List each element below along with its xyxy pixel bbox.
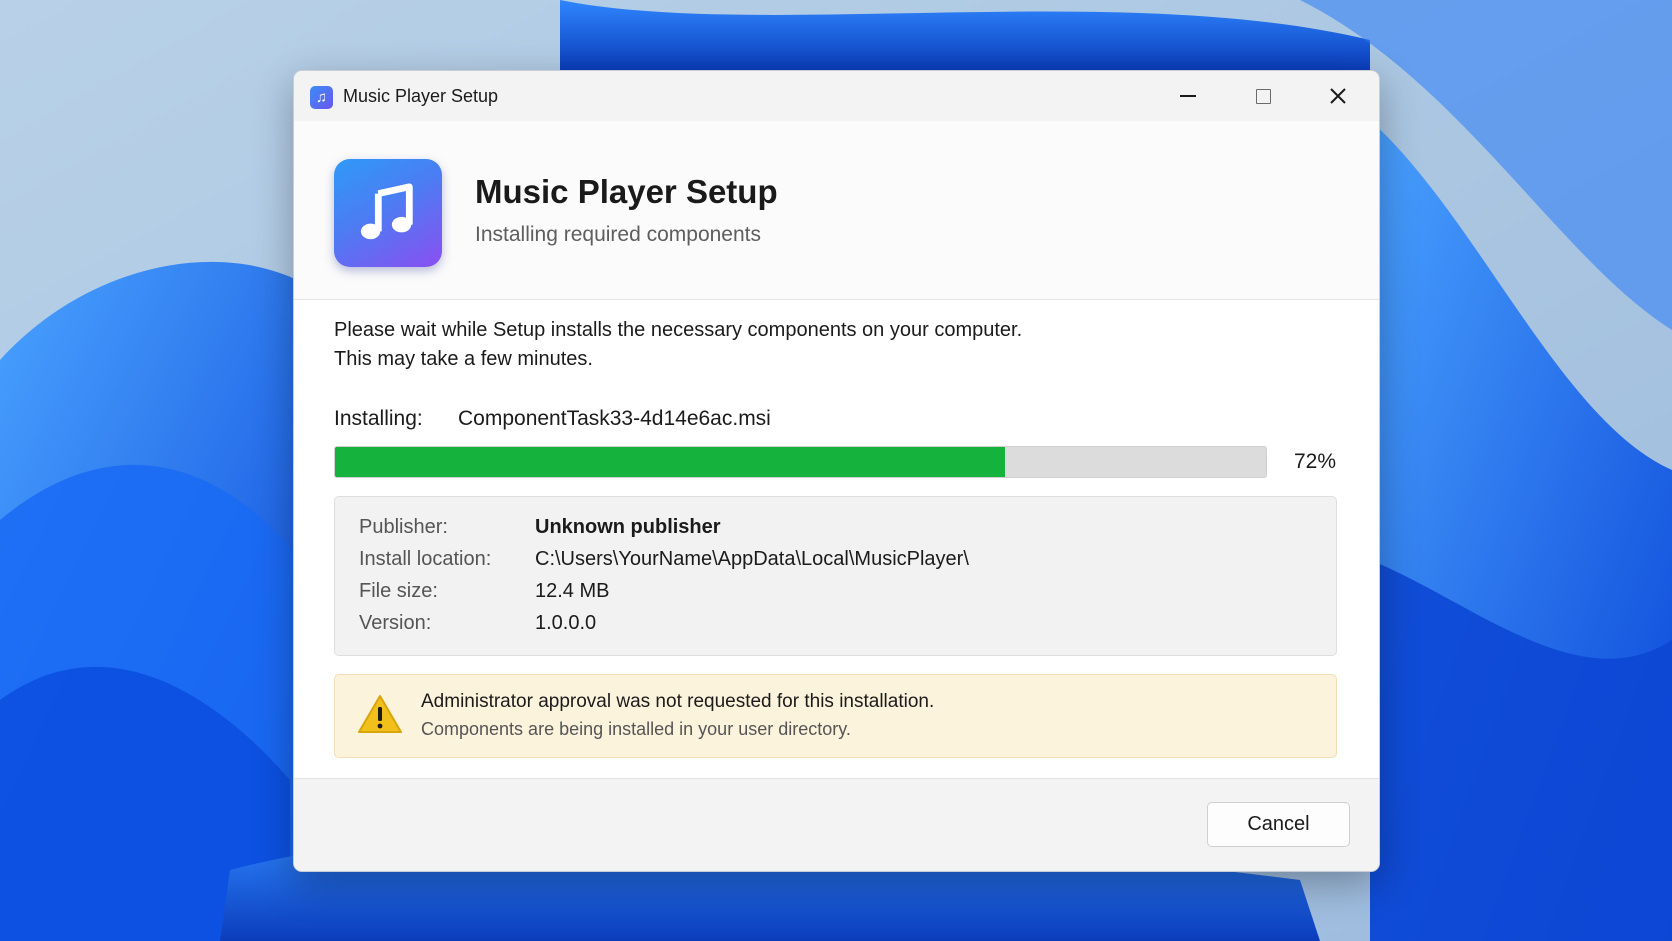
progress-bar-fill: [335, 447, 1006, 477]
maximize-icon: [1255, 88, 1271, 104]
warning-banner: Administrator approval was not requested…: [334, 674, 1337, 758]
warning-triangle-icon: [358, 695, 402, 733]
progress-percent: 72%: [1294, 450, 1337, 473]
music-note-icon: [360, 183, 413, 240]
title-bar[interactable]: ♫ Music Player Setup: [294, 71, 1379, 121]
installing-filename: ComponentTask33-4d14e6ac.msi: [458, 407, 771, 430]
close-icon: [1330, 88, 1346, 104]
details-panel: Publisher: Unknown publisher Install loc…: [334, 496, 1337, 656]
minimize-button[interactable]: [1154, 71, 1222, 121]
page-title: Music Player Setup: [475, 173, 778, 210]
detail-value: 12.4 MB: [535, 580, 610, 602]
setup-header: Music Player Setup Installing required c…: [294, 121, 1379, 300]
detail-value: Unknown publisher: [535, 516, 721, 538]
detail-label: Install location:: [359, 548, 492, 570]
install-message: Please wait while Setup installs the nec…: [334, 316, 1022, 374]
warning-detail: Components are being installed in your u…: [421, 719, 851, 739]
detail-label: Publisher:: [359, 516, 448, 538]
minimize-icon: [1180, 95, 1196, 97]
install-message-line1: Please wait while Setup installs the nec…: [334, 319, 1023, 341]
window-title: Music Player Setup: [343, 86, 499, 106]
app-icon: [334, 159, 442, 267]
install-message-line2: This may take a few minutes.: [334, 348, 593, 370]
maximize-button[interactable]: [1229, 71, 1297, 121]
page-subtitle: Installing required components: [475, 223, 762, 246]
detail-label: Version:: [359, 612, 432, 634]
music-note-icon: ♫: [310, 86, 333, 109]
progress-bar: [334, 446, 1267, 478]
installing-label: Installing:: [334, 407, 423, 430]
detail-label: File size:: [359, 580, 438, 602]
close-button[interactable]: [1304, 71, 1372, 121]
cancel-button[interactable]: Cancel: [1207, 802, 1350, 847]
warning-message: Administrator approval was not requested…: [421, 691, 935, 712]
detail-value: C:\Users\YourName\AppData\Local\MusicPla…: [535, 548, 969, 570]
detail-value: 1.0.0.0: [535, 612, 597, 634]
setup-window: ♫ Music Player Setup Music Player Setup …: [293, 70, 1380, 872]
footer-bar: Cancel: [294, 778, 1379, 871]
